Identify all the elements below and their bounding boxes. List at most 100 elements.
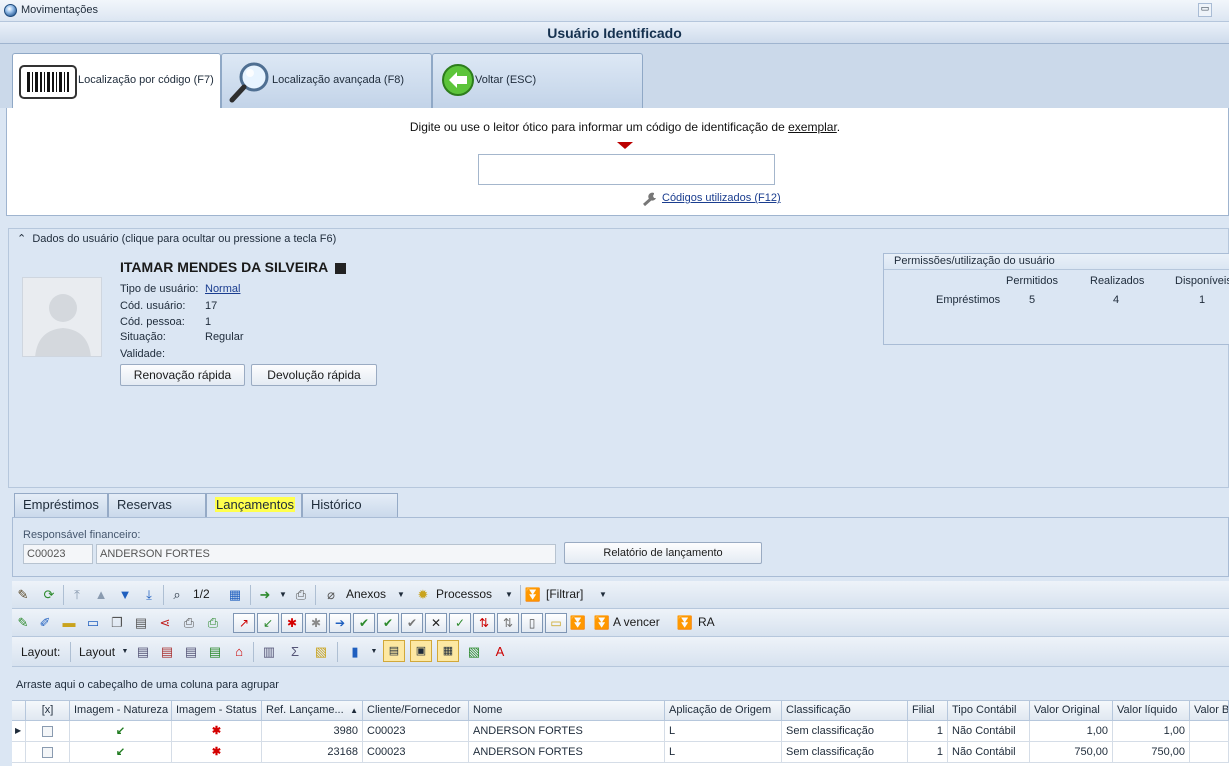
cell-ref[interactable]: 23168 — [262, 742, 363, 763]
processes-dropdown-icon[interactable]: ▼ — [500, 586, 518, 604]
filter-ra-icon[interactable]: ⏬ — [676, 614, 694, 632]
tab-loans[interactable]: Empréstimos — [14, 493, 108, 517]
cell-accounting-type[interactable]: Não Contábil — [948, 742, 1030, 763]
cell-client[interactable]: C00023 — [363, 742, 469, 763]
cell-base-value[interactable] — [1190, 721, 1229, 742]
filter-menu[interactable]: [Filtrar] — [546, 587, 583, 601]
cell-classification[interactable]: Sem classificação — [782, 742, 908, 763]
paperclip-icon[interactable]: ⌀ — [322, 586, 340, 604]
next-record-icon[interactable]: ▼ — [116, 586, 134, 604]
minimize-button[interactable]: ▭ — [1198, 3, 1212, 17]
tab-lancamentos[interactable]: Lançamentos — [206, 493, 302, 517]
tab-history[interactable]: Histórico — [302, 493, 398, 517]
layout-list-icon[interactable]: ▤ — [182, 643, 200, 661]
due-filter-button[interactable]: A vencer — [613, 615, 660, 629]
view-grid-icon[interactable]: ▤ — [383, 640, 405, 662]
grid-edit-icon[interactable]: ▧ — [312, 643, 330, 661]
cell-base-value[interactable] — [1190, 742, 1229, 763]
chart-icon[interactable]: ▮ — [346, 643, 364, 661]
sort-arrows-gray-icon[interactable]: ⇅ — [497, 613, 519, 633]
pencil-check-icon[interactable]: ✎ — [14, 614, 32, 632]
cell-ref[interactable]: 3980 — [262, 721, 363, 742]
cell-client[interactable]: C00023 — [363, 721, 469, 742]
filter-icon[interactable]: ⏬ — [524, 586, 542, 604]
binoculars-icon[interactable]: ⌕ — [168, 586, 186, 604]
first-record-icon[interactable]: ⤒ — [68, 586, 86, 604]
note-yellow-icon[interactable]: ▭ — [545, 613, 567, 633]
edit-icon[interactable]: ✎ — [14, 586, 32, 604]
cell-classification[interactable]: Sem classificação — [782, 721, 908, 742]
col-classification[interactable]: Classificação — [782, 701, 908, 721]
export-dropdown-icon[interactable]: ▼ — [274, 586, 292, 604]
layout-import-icon[interactable]: ▤ — [206, 643, 224, 661]
user-type-link[interactable]: Normal — [205, 283, 240, 295]
layout-dropdown-icon[interactable]: ▼ — [116, 643, 134, 661]
check-green-2-icon[interactable]: ✔ — [377, 613, 399, 633]
view-table-icon[interactable]: ▦ — [437, 640, 459, 662]
exemplar-link[interactable]: exemplar — [788, 120, 837, 134]
arrow-up-red-icon[interactable]: ↗ — [233, 613, 255, 633]
cell-branch[interactable]: 1 — [908, 721, 948, 742]
col-name[interactable]: Nome — [469, 701, 665, 721]
cell-original-value[interactable]: 750,00 — [1030, 742, 1113, 763]
printer-green-icon[interactable]: ⎙ — [204, 614, 222, 632]
layout-menu[interactable]: Layout — [79, 645, 115, 659]
tab-advanced-search[interactable]: Localização avançada (F8) — [221, 53, 432, 109]
launch-report-button[interactable]: Relatório de lançamento — [564, 542, 762, 564]
process-gear-icon[interactable]: ✹ — [414, 586, 432, 604]
col-original-value[interactable]: Valor Original — [1030, 701, 1113, 721]
cell-name[interactable]: ANDERSON FORTES — [469, 742, 665, 763]
columns-icon[interactable]: ▥ — [260, 643, 278, 661]
export-pdf-icon[interactable]: A — [491, 643, 509, 661]
col-base-value[interactable]: Valor Ba — [1190, 701, 1229, 721]
cell-original-value[interactable]: 1,00 — [1030, 721, 1113, 742]
previous-record-icon[interactable]: ▲ — [92, 586, 110, 604]
cancel-red-icon[interactable]: ✱ — [281, 613, 303, 633]
layout-home-icon[interactable]: ⌂ — [230, 643, 248, 661]
tab-locate-by-code[interactable]: Localização por código (F7) — [12, 53, 221, 110]
code-input[interactable] — [478, 154, 775, 185]
last-record-icon[interactable]: ⤓ — [140, 586, 158, 604]
arrow-right-blue-icon[interactable]: ➔ — [329, 613, 351, 633]
calendar-grid-icon[interactable]: ▦ — [226, 586, 244, 604]
arrow-down-green-icon[interactable]: ↙ — [257, 613, 279, 633]
refresh-icon[interactable]: ⟳ — [40, 586, 58, 604]
sort-arrows-icon[interactable]: ⇅ — [473, 613, 495, 633]
export-icon[interactable]: ➜ — [256, 586, 274, 604]
row-checkbox[interactable] — [26, 721, 70, 742]
col-accounting-type[interactable]: Tipo Contábil — [948, 701, 1030, 721]
card-yellow-icon[interactable]: ▬ — [60, 614, 78, 632]
attachments-menu[interactable]: Anexos — [346, 587, 386, 601]
document-stack-icon[interactable]: ❐ — [108, 614, 126, 632]
col-select[interactable]: [x] — [26, 701, 70, 721]
codes-used-link[interactable]: Códigos utilizados (F12) — [662, 192, 781, 204]
cell-origin[interactable]: L — [665, 742, 782, 763]
row-checkbox[interactable] — [26, 742, 70, 763]
layout-save-icon[interactable]: ▤ — [134, 643, 152, 661]
col-image-nature[interactable]: Imagem - Natureza — [70, 701, 172, 721]
pencil-edit-icon[interactable]: ✐ — [36, 614, 54, 632]
view-cards-icon[interactable]: ▣ — [410, 640, 432, 662]
close-x-icon[interactable]: ✕ — [425, 613, 447, 633]
cell-accounting-type[interactable]: Não Contábil — [948, 721, 1030, 742]
card-blue-icon[interactable]: ▭ — [84, 614, 102, 632]
attachments-dropdown-icon[interactable]: ▼ — [392, 586, 410, 604]
check-red-icon[interactable]: ✓ — [449, 613, 471, 633]
col-image-status[interactable]: Imagem - Status — [172, 701, 262, 721]
chart-dropdown-icon[interactable]: ▼ — [365, 643, 383, 661]
processes-menu[interactable]: Processos — [436, 587, 492, 601]
sigma-icon[interactable]: Σ — [286, 643, 304, 661]
quick-renew-button[interactable]: Renovação rápida — [120, 364, 245, 386]
col-branch[interactable]: Filial — [908, 701, 948, 721]
col-client[interactable]: Cliente/Fornecedor — [363, 701, 469, 721]
check-gray-icon[interactable]: ✔ — [401, 613, 423, 633]
cell-net-value[interactable]: 750,00 — [1113, 742, 1190, 763]
note-icon[interactable]: ▯ — [521, 613, 543, 633]
ra-filter-button[interactable]: RA — [698, 615, 715, 629]
user-details-icon[interactable] — [334, 262, 346, 274]
print-icon[interactable]: ⎙ — [292, 586, 310, 604]
card-print-icon[interactable]: ▤ — [132, 614, 150, 632]
filter-dropdown-icon[interactable]: ▼ — [594, 586, 612, 604]
col-net-value[interactable]: Valor líquido — [1113, 701, 1190, 721]
group-by-area[interactable]: Arraste aqui o cabeçalho de uma coluna p… — [12, 668, 1229, 701]
